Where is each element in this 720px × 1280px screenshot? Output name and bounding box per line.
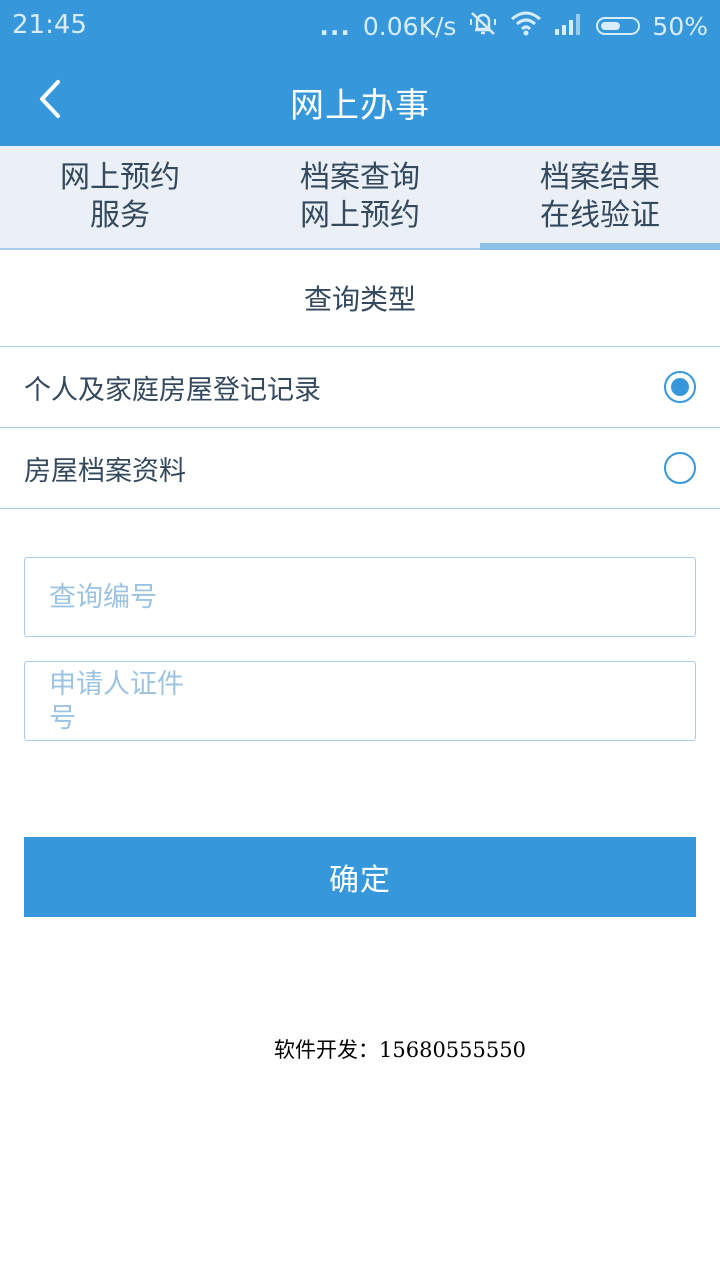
tab-label-line1: 网上预约 — [60, 160, 180, 195]
radio-dot — [671, 378, 689, 396]
battery-percent: 50% — [652, 11, 708, 41]
tab-label-line1: 档案查询 — [300, 160, 420, 195]
tab-archive-query-booking[interactable]: 档案查询 网上预约 — [240, 146, 480, 248]
query-type-title: 查询类型 — [0, 250, 720, 347]
page-title: 网上办事 — [290, 86, 430, 126]
tab-label-line2: 在线验证 — [540, 198, 660, 233]
option-label: 房屋档案资料 — [24, 455, 186, 487]
wifi-icon — [510, 10, 542, 42]
option-housing-archive-material[interactable]: 房屋档案资料 — [0, 428, 720, 509]
signal-icon — [554, 11, 584, 41]
mute-vibrate-icon — [468, 9, 498, 43]
status-icons: ... 0.06K/s 50% — [319, 10, 708, 42]
query-number-field-wrapper — [24, 557, 696, 637]
option-label: 个人及家庭房屋登记记录 — [24, 374, 321, 406]
tab-online-booking-service[interactable]: 网上预约 服务 — [0, 146, 240, 248]
battery-icon — [596, 17, 641, 35]
notification-dots: ... — [319, 11, 351, 41]
id-number-field-wrapper: 申请人证件号 — [24, 661, 696, 741]
tab-label-line1: 档案结果 — [540, 160, 660, 195]
developer-contact: 软件开发：15680555550 — [274, 1038, 526, 1062]
tab-label-line2: 网上预约 — [300, 198, 420, 233]
option-personal-family-housing-record[interactable]: 个人及家庭房屋登记记录 — [0, 347, 720, 428]
tab-label-line2: 服务 — [90, 198, 150, 233]
radio-selected[interactable] — [664, 371, 696, 403]
confirm-button[interactable]: 确定 — [24, 837, 696, 917]
tab-bar: 网上预约 服务 档案查询 网上预约 档案结果 在线验证 — [0, 146, 720, 250]
status-bar: 21:45 ... 0.06K/s 50% — [0, 0, 720, 52]
query-number-input[interactable] — [25, 558, 695, 636]
tab-archive-result-verify[interactable]: 档案结果 在线验证 — [480, 146, 720, 250]
status-time: 21:45 — [12, 10, 87, 40]
app-bar: 网上办事 — [0, 52, 720, 146]
radio-unselected[interactable] — [664, 452, 696, 484]
battery-level — [601, 22, 621, 30]
id-number-placeholder: 申请人证件号 — [49, 669, 184, 734]
network-speed: 0.06K/s — [362, 11, 457, 41]
